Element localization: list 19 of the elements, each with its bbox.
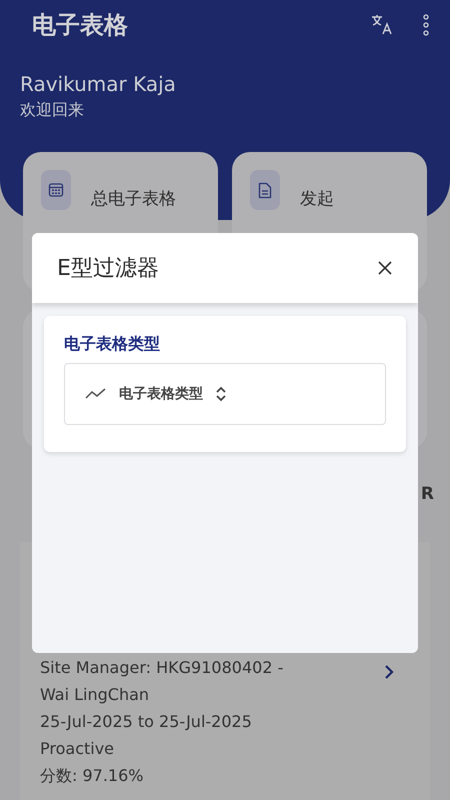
report-text: Site Manager: HKG91080402 - Wai LingChan bbox=[40, 657, 284, 706]
report-text: 25-Jul-2025 to 25-Jul-2025 bbox=[40, 711, 253, 733]
section-heading: R bbox=[420, 484, 434, 506]
welcome-text: 欢迎回来 bbox=[20, 100, 84, 121]
document-icon bbox=[258, 182, 272, 198]
more-menu-icon[interactable] bbox=[422, 14, 430, 36]
calendar-icon bbox=[48, 182, 64, 198]
close-icon[interactable] bbox=[378, 261, 392, 275]
report-text: Proactive bbox=[40, 738, 116, 760]
user-name: Ravikumar Kaja bbox=[20, 72, 176, 96]
type-select[interactable]: 电子表格类型 bbox=[64, 363, 386, 425]
line-chart-icon bbox=[85, 388, 107, 400]
field-label: 电子表格类型 bbox=[64, 334, 160, 355]
up-down-icon bbox=[215, 386, 227, 402]
translate-icon[interactable] bbox=[370, 13, 394, 37]
chevron-right-icon[interactable] bbox=[384, 664, 394, 680]
dialog-title: E型过滤器 bbox=[57, 255, 160, 283]
report-text: 分数: 97.16% bbox=[40, 765, 144, 787]
app-title: 电子表格 bbox=[32, 10, 129, 41]
